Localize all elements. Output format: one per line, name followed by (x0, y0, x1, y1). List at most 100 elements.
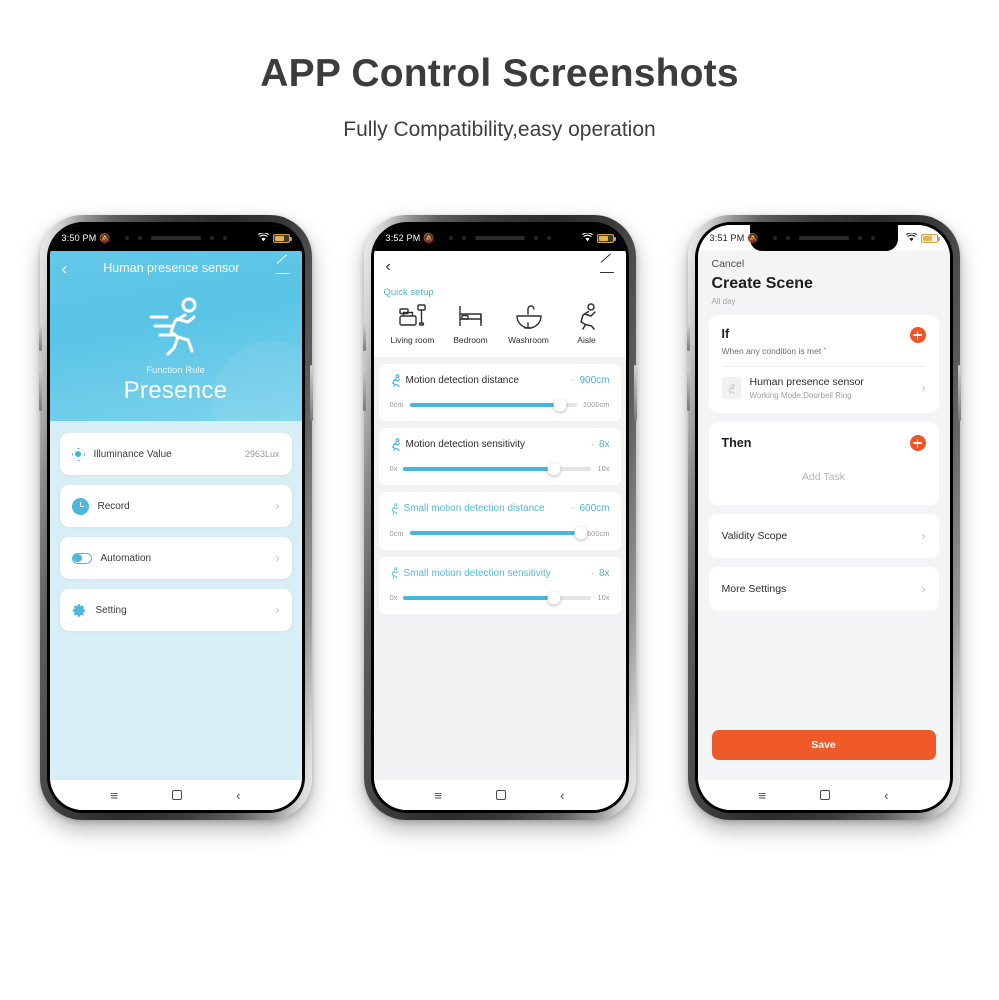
edit-pencil-icon[interactable] (275, 261, 290, 275)
sensor-dot-icon (137, 236, 142, 240)
page-title: APP Control Screenshots (260, 52, 739, 95)
phone-2-frame: 3:52 PM 🔕 ‹ Quick setup Living room Bedr… (362, 215, 637, 820)
slider-min-label: 0cm (389, 400, 404, 409)
back-chevron-left-icon[interactable]: ‹ (386, 258, 391, 276)
save-button[interactable]: Save (711, 730, 936, 760)
add-task-placeholder[interactable]: Add Task (709, 451, 939, 505)
quick-item-aisle[interactable]: Aisle (558, 300, 616, 345)
status-left-3: 3:51 PM 🔕 (710, 233, 759, 244)
card-label: Setting (95, 604, 127, 616)
slider-row[interactable]: 0cm 600cm (390, 526, 610, 540)
row-inner: Validity Scope › (709, 514, 939, 558)
slider-track[interactable] (403, 462, 592, 475)
slider-fill (403, 595, 554, 600)
validity-scope-row[interactable]: Validity Scope › (708, 514, 939, 558)
setting-value: 8x (598, 439, 610, 450)
quick-setup-items: Living room Bedroom Washroom Aisle (384, 300, 616, 345)
more-settings-row[interactable]: More Settings › (708, 567, 939, 611)
system-nav-1: ≡ ‹ (49, 780, 302, 810)
screen-title: Create Scene (711, 275, 813, 292)
card-automation[interactable]: Automation › (59, 537, 292, 579)
quick-item-label: Living room (390, 335, 435, 345)
running-person-icon (558, 300, 616, 330)
wifi-icon (581, 231, 593, 244)
card-record[interactable]: Record › (59, 485, 292, 527)
setting-header: Motion detection sensitivity · 8x (390, 438, 610, 451)
slider-track[interactable] (409, 526, 588, 540)
home-button[interactable] (496, 790, 507, 800)
phone-3-content: Cancel Create Scene All day If When any … (697, 251, 950, 780)
phone-1-frame: 3:50 PM 🔕 ‹ Human presence sensor Functi… (38, 215, 313, 820)
then-title: Then (721, 436, 752, 450)
status-bar-3: 3:51 PM 🔕 (697, 225, 950, 251)
device-cards-list: Illuminance Value 2963Lux Record › Autom… (50, 421, 302, 631)
volume-down-button[interactable] (38, 367, 42, 411)
slider-row[interactable]: 0x 10x (390, 462, 610, 475)
slider-row[interactable]: 0cm 1000cm (389, 398, 610, 411)
phone-2-content: ‹ Quick setup Living room Bedroom Washro… (373, 251, 626, 780)
sensor-dot-icon (785, 236, 790, 240)
separator-dot: · (590, 439, 594, 450)
power-button[interactable] (309, 365, 313, 421)
power-button[interactable] (633, 365, 637, 421)
power-button[interactable] (957, 365, 961, 421)
phone-3-screen: 3:51 PM 🔕 Cancel Create Scene All day If… (697, 225, 950, 810)
volume-down-button[interactable] (686, 367, 690, 411)
volume-up-button[interactable] (38, 325, 42, 351)
back-button[interactable]: ‹ (560, 789, 564, 802)
slider-max-label: 10x (597, 464, 610, 473)
home-button[interactable] (820, 790, 831, 800)
cancel-button[interactable]: Cancel (698, 251, 950, 270)
quick-item-living-room[interactable]: Living room (384, 300, 442, 345)
then-card: Then Add Task (708, 422, 939, 505)
volume-up-button[interactable] (362, 325, 366, 351)
system-nav-2: ≡ ‹ (373, 780, 626, 810)
sensor-settings-screen: ‹ Quick setup Living room Bedroom Washro… (373, 251, 626, 780)
recent-apps-button[interactable]: ≡ (759, 789, 767, 802)
recent-apps-button[interactable]: ≡ (111, 789, 119, 802)
setting-title: Motion detection distance (405, 375, 519, 386)
volume-up-button[interactable] (686, 325, 690, 351)
back-button[interactable]: ‹ (884, 789, 888, 802)
edit-pencil-icon[interactable] (599, 260, 614, 274)
plus-circle-icon[interactable] (909, 435, 926, 451)
quick-setup-label: Quick setup (383, 287, 434, 298)
device-detail-screen: ‹ Human presence sensor Function Rule Pr… (49, 251, 302, 780)
setting-title: Motion detection sensitivity (405, 439, 526, 450)
slider-knob[interactable] (574, 526, 588, 540)
home-button[interactable] (172, 790, 183, 800)
earpiece-speaker (798, 236, 849, 240)
recent-apps-button[interactable]: ≡ (435, 789, 443, 802)
volume-down-button[interactable] (362, 367, 366, 411)
clock-icon (71, 497, 89, 515)
setting-card-small-motion-sensitivity: Small motion detection sensitivity · 8x … (378, 556, 621, 614)
condition-device-row[interactable]: Human presence sensor Working Mode:Doorb… (709, 367, 939, 413)
slider-row[interactable]: 0x 10x (390, 591, 610, 604)
chevron-right-icon: › (921, 529, 926, 543)
card-label: Record (97, 500, 130, 512)
phone-1-content: ‹ Human presence sensor Function Rule Pr… (49, 251, 302, 780)
back-button[interactable]: ‹ (236, 789, 240, 802)
card-illuminance-value[interactable]: Illuminance Value 2963Lux (59, 433, 292, 475)
quick-item-washroom[interactable]: Washroom (500, 300, 558, 345)
slider-knob[interactable] (547, 462, 561, 475)
if-condition-dropdown[interactable]: When any condition is met ˇ (722, 346, 910, 356)
slider-knob[interactable] (547, 591, 561, 604)
chevron-right-icon: › (921, 582, 926, 596)
sensor-device-icon (721, 377, 741, 399)
earpiece-speaker (474, 236, 525, 240)
slider-knob[interactable] (553, 398, 567, 411)
if-title: If (721, 327, 730, 341)
slider-track[interactable] (409, 398, 577, 411)
separator-dot: · (590, 567, 594, 579)
slider-track[interactable] (403, 591, 592, 604)
quick-item-label: Washroom (508, 335, 549, 345)
device-hero: ‹ Human presence sensor Function Rule Pr… (49, 251, 302, 421)
sun-icon (71, 447, 85, 461)
proximity-dot-icon (533, 236, 538, 240)
plus-circle-icon[interactable] (909, 327, 926, 343)
card-setting[interactable]: Setting › (59, 589, 292, 631)
status-bar-2: 3:52 PM 🔕 (373, 225, 626, 251)
quick-item-bedroom[interactable]: Bedroom (442, 300, 500, 345)
device-mode: Working Mode:Doorbell Ring (749, 391, 852, 400)
